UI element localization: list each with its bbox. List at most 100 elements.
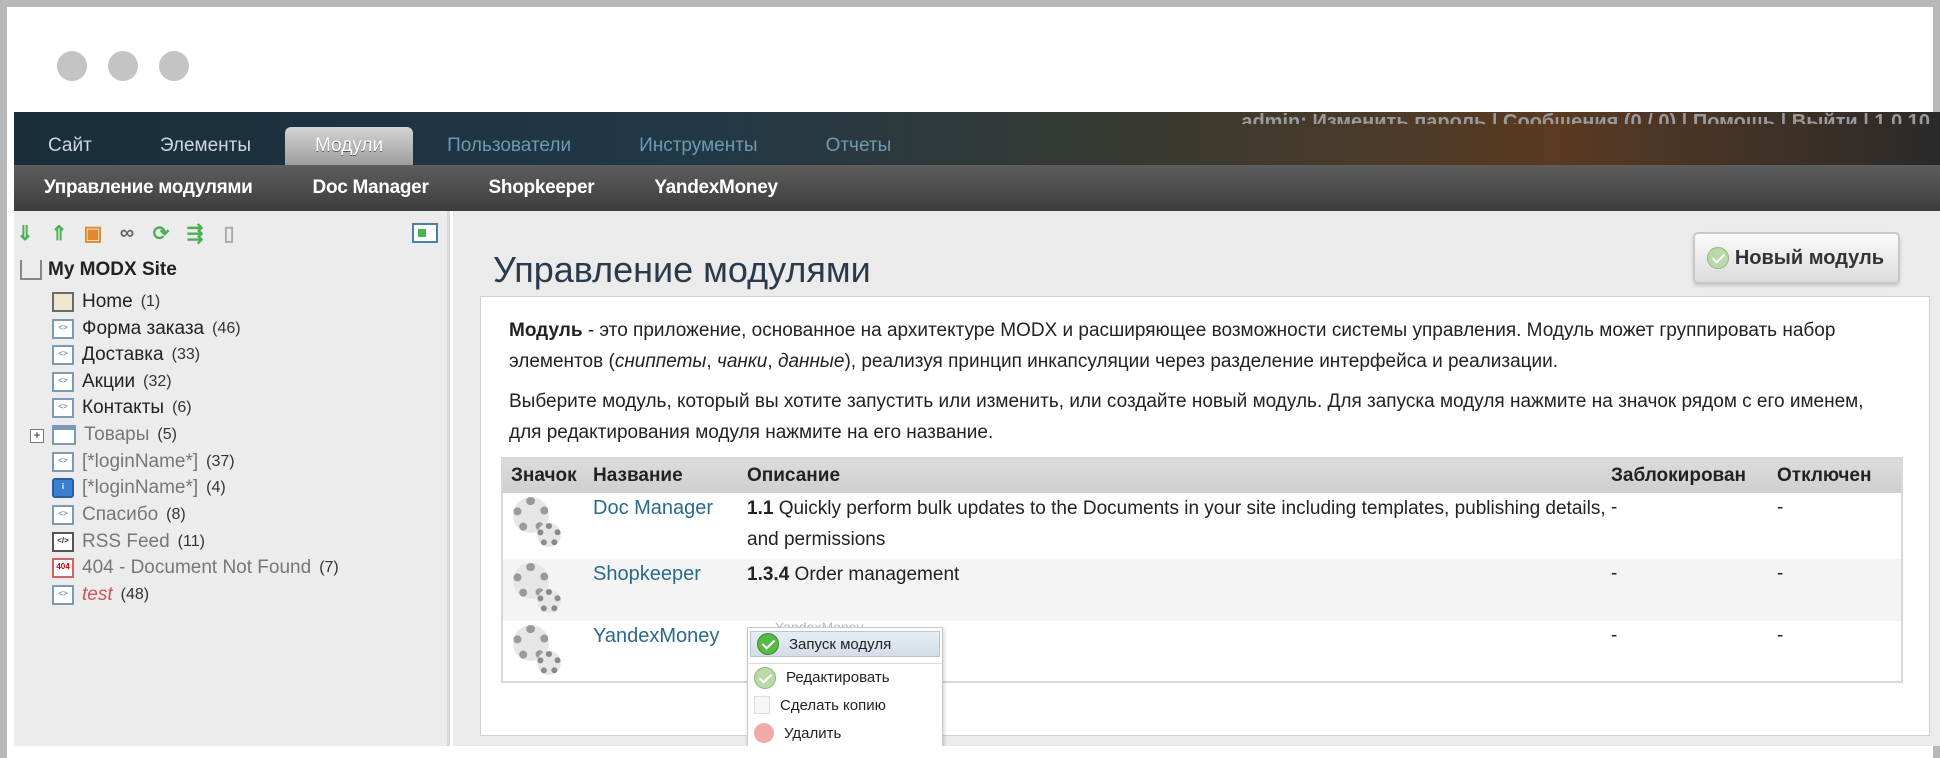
trash-icon[interactable]: ▯ xyxy=(218,221,240,245)
info-icon: i xyxy=(52,478,74,498)
tree-root[interactable]: My MODX Site xyxy=(20,259,177,281)
menu-item-label: Удалить xyxy=(784,724,842,742)
tab-site[interactable]: Сайт xyxy=(14,127,126,165)
subnav-yandexmoney[interactable]: YandexMoney xyxy=(624,177,807,199)
tree-node-count: (48) xyxy=(120,586,150,603)
code-icon: </> xyxy=(52,532,74,552)
tree-node-count: (5) xyxy=(157,426,177,443)
document-icon: <> xyxy=(52,319,74,339)
tree-node-count: (7) xyxy=(319,559,339,576)
col-icon-header: Значок xyxy=(511,465,577,486)
expand-toggle-icon[interactable]: + xyxy=(30,429,44,443)
tree-node-label: Форма заказа xyxy=(82,318,205,339)
module-disabled: - xyxy=(1777,625,1784,646)
menu-run-module[interactable]: Запуск модуля xyxy=(750,631,940,657)
module-gear-icon[interactable] xyxy=(511,563,565,617)
subnav-doc-manager[interactable]: Doc Manager xyxy=(283,177,459,199)
tree-node-test[interactable]: <> test (48) xyxy=(52,584,149,606)
tree-node-label: Контакты xyxy=(82,397,165,418)
tree-node-order-form[interactable]: <> Форма заказа (46) xyxy=(52,318,241,340)
user-status-links[interactable]: admin: Изменить пароль | Сообщения (0 / … xyxy=(1241,112,1930,124)
modx-manager: admin: Изменить пароль | Сообщения (0 / … xyxy=(14,112,1940,746)
tree-node-404[interactable]: 404 404 - Document Not Found (7) xyxy=(52,557,339,579)
tree-node-count: (1) xyxy=(140,293,161,310)
refresh-icon[interactable]: ⟳ xyxy=(150,221,172,245)
tab-modules[interactable]: Модули xyxy=(285,127,414,165)
module-version: 1.1 xyxy=(747,498,774,519)
tree-node-count: (37) xyxy=(206,453,235,470)
tree-node-label: RSS Feed xyxy=(82,531,170,552)
subnav-shopkeeper[interactable]: Shopkeeper xyxy=(459,177,625,199)
table-row: Doc Manager 1.1 Quickly perform bulk upd… xyxy=(503,493,1901,559)
new-module-button[interactable]: Новый модуль xyxy=(1692,232,1900,284)
module-name-link[interactable]: Doc Manager xyxy=(593,493,747,559)
tree-node-rss-feed[interactable]: </> RSS Feed (11) xyxy=(52,531,205,553)
sub-nav: Управление модулями Doc Manager Shopkeep… xyxy=(14,165,1940,211)
col-disabled-header: Отключен xyxy=(1777,465,1872,486)
collapse-all-icon[interactable]: ⇑ xyxy=(48,221,70,245)
error-404-icon: 404 xyxy=(52,558,74,578)
main-content: Новый модуль Управление модулями Модуль … xyxy=(453,211,1940,746)
top-nav: admin: Изменить пароль | Сообщения (0 / … xyxy=(14,112,1940,165)
new-document-icon[interactable]: ▣ xyxy=(82,221,104,245)
tree-node-promotions[interactable]: <> Акции (32) xyxy=(52,371,172,393)
tree-node-delivery[interactable]: <> Доставка (33) xyxy=(52,344,200,366)
hide-tree-icon[interactable] xyxy=(412,223,438,243)
desc-instructions: Выберите модуль, который вы хотите запус… xyxy=(509,391,1864,443)
tree-node-products[interactable]: Товары (5) xyxy=(52,424,177,446)
tree-node-home[interactable]: Home (1) xyxy=(52,291,160,313)
window-close-dot[interactable] xyxy=(57,51,87,81)
tree-node-count: (6) xyxy=(172,399,192,416)
tree-node-count: (4) xyxy=(206,479,226,496)
module-locked: - xyxy=(1611,497,1618,518)
window-maximize-dot[interactable] xyxy=(159,51,189,81)
menu-item-label: Редактировать xyxy=(786,669,890,686)
tree-node-count: (8) xyxy=(166,506,186,523)
module-disabled: - xyxy=(1777,497,1784,518)
new-module-label: Новый модуль xyxy=(1734,246,1884,269)
module-description-cell: 1.1 Quickly perform bulk updates to the … xyxy=(747,493,1611,559)
document-icon: <> xyxy=(52,372,74,392)
tree-node-loginname-2[interactable]: i [*loginName*] (4) xyxy=(52,477,226,499)
tab-elements[interactable]: Элементы xyxy=(126,127,285,165)
subnav-manage-modules[interactable]: Управление модулями xyxy=(14,177,283,199)
tab-users[interactable]: Пользователи xyxy=(413,127,605,165)
col-name-header: Название xyxy=(593,465,683,486)
window-minimize-dot[interactable] xyxy=(108,51,138,81)
menu-item-label: Запуск модуля xyxy=(789,635,892,653)
menu-duplicate[interactable]: Сделать копию xyxy=(748,691,942,719)
desc-text: ), реализуя принцип инкапсуляции через р… xyxy=(844,351,1559,372)
window-controls xyxy=(57,51,189,81)
tab-reports[interactable]: Отчеты xyxy=(792,127,926,165)
sort-icon[interactable]: ⇶ xyxy=(184,221,206,245)
module-description-cell: 1.3.4 Order management xyxy=(747,559,1611,621)
desc-chunks: чанки xyxy=(716,351,768,372)
col-locked-header: Заблокирован xyxy=(1611,465,1747,486)
run-icon xyxy=(757,633,779,655)
module-desc: Quickly perform bulk updates to the Docu… xyxy=(747,498,1606,550)
menu-delete[interactable]: Удалить xyxy=(748,719,942,746)
tree-node-thanks[interactable]: <> Спасибо (8) xyxy=(52,504,186,526)
tree-node-label: 404 - Document Not Found xyxy=(82,557,312,578)
menu-edit[interactable]: Редактировать xyxy=(748,663,942,691)
module-gear-icon[interactable] xyxy=(511,497,565,551)
expand-all-icon[interactable]: ⇓ xyxy=(14,221,36,245)
tree-node-count: (11) xyxy=(177,533,205,550)
delete-icon xyxy=(754,723,774,743)
tab-tools[interactable]: Инструменты xyxy=(605,127,791,165)
module-gear-icon[interactable] xyxy=(511,625,565,679)
document-icon: <> xyxy=(52,585,74,605)
sitemap-icon xyxy=(20,260,42,280)
tree-node-contacts[interactable]: <> Контакты (6) xyxy=(52,397,192,419)
document-icon: <> xyxy=(52,398,74,418)
tree-node-loginname-1[interactable]: <> [*loginName*] (37) xyxy=(52,451,235,473)
site-tree: ⇓ ⇑ ▣ ∞ ⟳ ⇶ ▯ My MODX Site Home (1) <> Ф… xyxy=(14,211,450,746)
new-weblink-icon[interactable]: ∞ xyxy=(116,221,138,245)
module-name-link[interactable]: YandexMoney xyxy=(593,621,747,681)
tree-node-label: [*loginName*] xyxy=(82,477,199,498)
tree-node-label: Доставка xyxy=(82,344,164,365)
module-name-link[interactable]: Shopkeeper xyxy=(593,559,747,621)
tree-node-count: (33) xyxy=(171,346,201,363)
home-icon xyxy=(52,292,74,312)
document-icon: <> xyxy=(52,505,74,525)
